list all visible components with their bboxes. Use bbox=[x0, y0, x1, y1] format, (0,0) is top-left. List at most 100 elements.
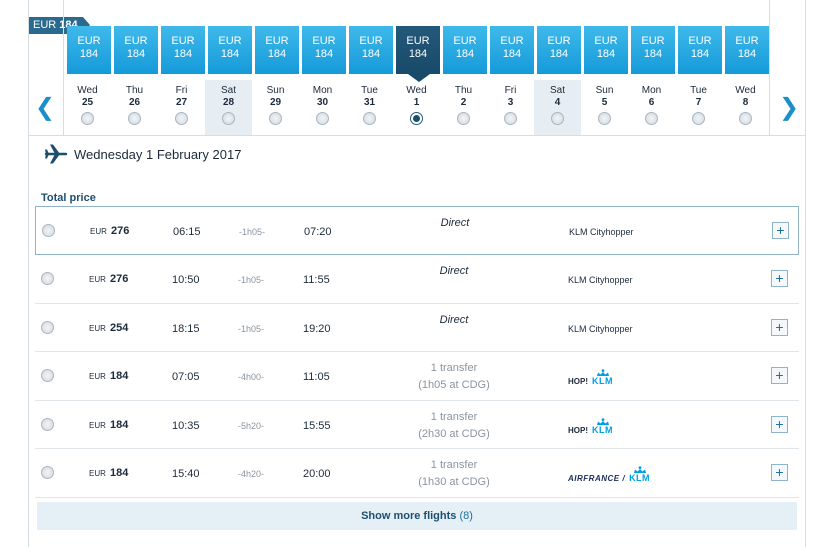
day-radio[interactable] bbox=[81, 112, 94, 125]
stops-info: 1 transfer bbox=[430, 410, 478, 423]
calendar-day[interactable]: EUR 184 Sun 5 bbox=[581, 0, 628, 135]
flight-radio[interactable] bbox=[41, 320, 54, 334]
day-price-button[interactable]: EUR 184 bbox=[537, 26, 581, 74]
day-date: 31 bbox=[363, 97, 376, 108]
calendar-day[interactable]: EUR 184 Fri 3 bbox=[487, 0, 534, 135]
date-calendar: EUR 184 ❮ EUR 184 Wed 25 EUR 184 Thu 26 EUR 184 Fr… bbox=[0, 0, 820, 135]
day-price-amount: 184 bbox=[502, 48, 522, 60]
flight-radio[interactable] bbox=[41, 466, 54, 479]
day-price-currency: EUR bbox=[547, 35, 571, 47]
show-more-flights-button[interactable]: Show more flights (8) bbox=[37, 502, 797, 530]
arrival-time: 11:05 bbox=[303, 371, 330, 383]
expand-details-button[interactable]: + bbox=[771, 367, 788, 384]
day-date: 25 bbox=[81, 97, 94, 108]
day-price-currency: EUR bbox=[500, 35, 524, 47]
calendar-day[interactable]: EUR 184 Sat 4 bbox=[534, 0, 581, 135]
day-radio[interactable] bbox=[128, 112, 141, 125]
day-price-button[interactable]: EUR 184 bbox=[208, 26, 252, 74]
arrival-time: 07:20 bbox=[304, 226, 332, 238]
day-price-button[interactable]: EUR 184 bbox=[161, 26, 205, 74]
price-currency: EUR bbox=[89, 469, 106, 478]
calendar-day[interactable]: EUR 184 Mon 6 bbox=[628, 0, 675, 135]
day-price-currency: EUR bbox=[453, 35, 477, 47]
divider bbox=[28, 135, 806, 136]
price-amount: 184 bbox=[110, 370, 129, 382]
day-price-button[interactable]: EUR 184 bbox=[631, 26, 675, 74]
arrival-time: 11:55 bbox=[303, 274, 330, 286]
day-radio[interactable] bbox=[316, 112, 329, 125]
expand-details-button[interactable]: + bbox=[771, 318, 788, 336]
day-of-week: Sat bbox=[549, 85, 565, 96]
calendar-day[interactable]: EUR 184 Wed 25 bbox=[64, 0, 111, 135]
calendar-strip: EUR 184 Wed 25 EUR 184 Thu 26 EUR 184 Fri 27 EUR 184 S… bbox=[63, 0, 770, 135]
flight-radio[interactable] bbox=[41, 369, 54, 382]
day-of-week: Fri bbox=[175, 85, 188, 96]
day-radio[interactable] bbox=[598, 112, 611, 125]
carrier-name: KLM Cityhopper bbox=[568, 323, 633, 334]
day-radio[interactable] bbox=[175, 112, 188, 125]
day-price-button[interactable]: EUR 184 bbox=[725, 26, 769, 74]
day-price-button[interactable]: EUR 184 bbox=[302, 26, 346, 74]
calendar-day[interactable]: EUR 184 Tue 7 bbox=[675, 0, 722, 135]
next-dates-button[interactable]: ❯ bbox=[779, 96, 799, 120]
day-price-amount: 184 bbox=[408, 48, 428, 60]
day-price-currency: EUR bbox=[265, 35, 289, 47]
expand-details-button[interactable]: + bbox=[772, 222, 789, 239]
carrier-name: KLM Cityhopper bbox=[569, 227, 634, 237]
flight-row[interactable]: EUR 184 15:40 -4h20- 20:00 1 transfer (1h30 at… bbox=[35, 449, 799, 498]
calendar-day[interactable]: EUR 184 Thu 26 bbox=[111, 0, 158, 135]
day-radio[interactable] bbox=[504, 112, 517, 125]
day-price-button[interactable]: EUR 184 bbox=[67, 26, 111, 74]
price-currency: EUR bbox=[89, 420, 106, 430]
day-price-button[interactable]: EUR 184 bbox=[584, 26, 628, 74]
day-radio[interactable] bbox=[645, 112, 658, 125]
day-radio[interactable] bbox=[739, 112, 752, 125]
day-radio[interactable] bbox=[457, 112, 470, 125]
calendar-day[interactable]: EUR 184 Sun 29 bbox=[252, 0, 299, 135]
flight-row[interactable]: EUR 254 18:15 -1h05- 19:20 Direct KLM Cityhopp… bbox=[35, 304, 799, 352]
price-amount: 184 bbox=[110, 467, 129, 479]
day-price-button[interactable]: EUR 184 bbox=[678, 26, 722, 74]
expand-details-button[interactable]: + bbox=[771, 270, 788, 287]
day-date: 1 bbox=[413, 97, 420, 108]
carrier-logo-prefix: HOP! bbox=[568, 377, 588, 386]
flight-row[interactable]: EUR 276 06:15 -1h05- 07:20 Direct KLM Cityhopp… bbox=[35, 206, 799, 255]
expand-details-button[interactable]: + bbox=[771, 464, 788, 481]
calendar-day[interactable]: EUR 184 Wed 8 bbox=[722, 0, 769, 135]
day-price-amount: 184 bbox=[361, 48, 381, 60]
departure-time: 07:05 bbox=[172, 371, 200, 383]
day-radio[interactable] bbox=[410, 112, 423, 125]
day-radio[interactable] bbox=[222, 112, 235, 125]
day-radio[interactable] bbox=[551, 112, 564, 125]
day-radio[interactable] bbox=[269, 112, 282, 125]
flight-row[interactable]: EUR 184 07:05 -4h00- 11:05 1 transfer (1h05 at… bbox=[35, 352, 799, 401]
day-price-amount: 184 bbox=[455, 48, 475, 60]
day-price-button[interactable]: EUR 184 bbox=[490, 26, 534, 74]
flight-row[interactable]: EUR 276 10:50 -1h05- 11:55 Direct KLM Cityhopp… bbox=[35, 255, 799, 304]
day-price-currency: EUR bbox=[641, 35, 665, 47]
day-price-currency: EUR bbox=[735, 35, 759, 47]
day-of-week: Wed bbox=[77, 85, 98, 96]
day-of-week: Tue bbox=[690, 85, 707, 96]
calendar-day[interactable]: EUR 184 Wed 1 bbox=[393, 0, 440, 135]
day-price-button[interactable]: EUR 184 bbox=[443, 26, 487, 74]
day-price-amount: 184 bbox=[79, 48, 99, 60]
day-price-button[interactable]: EUR 184 bbox=[114, 26, 158, 74]
day-price-button[interactable]: EUR 184 bbox=[349, 26, 393, 74]
carrier-logo: HOP! KLM bbox=[568, 415, 613, 435]
calendar-day[interactable]: EUR 184 Thu 2 bbox=[440, 0, 487, 135]
calendar-day[interactable]: EUR 184 Tue 31 bbox=[346, 0, 393, 135]
calendar-day[interactable]: EUR 184 Mon 30 bbox=[299, 0, 346, 135]
previous-dates-button[interactable]: ❮ bbox=[35, 96, 55, 120]
day-radio[interactable] bbox=[692, 112, 705, 125]
expand-details-button[interactable]: + bbox=[771, 415, 788, 433]
day-price-button[interactable]: EUR 184 bbox=[396, 26, 440, 82]
calendar-day[interactable]: EUR 184 Sat 28 bbox=[205, 0, 252, 135]
calendar-day[interactable]: EUR 184 Fri 27 bbox=[158, 0, 205, 135]
day-radio[interactable] bbox=[363, 112, 376, 125]
flight-radio[interactable] bbox=[41, 272, 54, 285]
flight-row[interactable]: EUR 184 10:35 -5h20- 15:55 1 transfer (2h30 at… bbox=[35, 401, 799, 449]
day-price-button[interactable]: EUR 184 bbox=[255, 26, 299, 74]
flight-radio[interactable] bbox=[41, 417, 54, 431]
flight-radio[interactable] bbox=[42, 224, 55, 237]
